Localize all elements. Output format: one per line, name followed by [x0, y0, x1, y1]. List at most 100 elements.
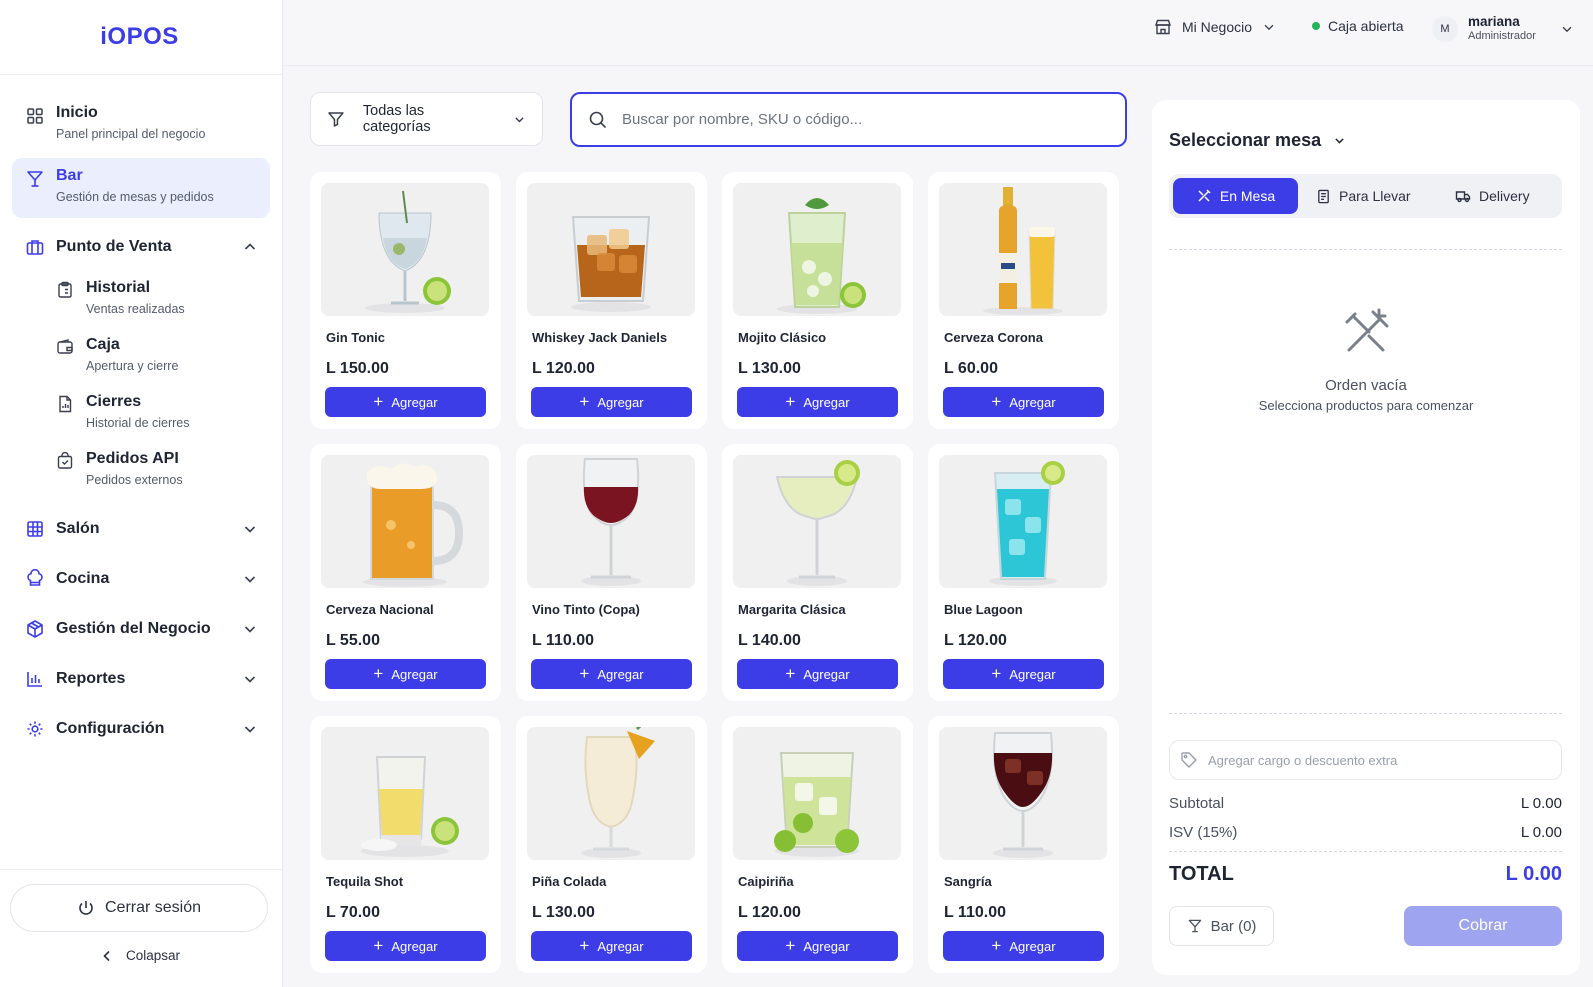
product-price: L 150.00	[326, 360, 389, 377]
bar-orders-label: Bar (0)	[1210, 917, 1257, 935]
sidebar-subitem-pedidos-api[interactable]: Pedidos API Pedidos externos	[56, 443, 282, 500]
sidebar-section-configuracion[interactable]: Configuración	[12, 704, 270, 754]
sidebar-subitem-historial[interactable]: Historial Ventas realizadas	[56, 272, 282, 329]
add-product-label: Agregar	[1009, 394, 1056, 410]
sidebar-section-cocina[interactable]: Cocina	[12, 554, 270, 604]
search-input[interactable]	[622, 111, 1109, 128]
business-name: Mi Negocio	[1182, 19, 1253, 35]
product-card[interactable]: Gin Tonic L 150.00 + Agregar	[310, 172, 501, 429]
table-grid-icon	[27, 521, 43, 537]
sidebar-item-label: Bar	[56, 167, 83, 184]
grid-icon	[27, 108, 43, 124]
truck-icon	[1455, 191, 1471, 203]
sidebar-subitem-label: Caja	[86, 336, 120, 353]
add-product-button[interactable]: + Agregar	[943, 659, 1104, 689]
empty-order-subtitle: Selecciona productos para comenzar	[1258, 398, 1474, 413]
package-icon	[27, 620, 43, 638]
chevron-down-icon	[1562, 26, 1572, 32]
plus-icon: +	[785, 936, 796, 955]
add-product-button[interactable]: + Agregar	[531, 931, 692, 961]
product-card[interactable]: Piña Colada L 130.00 + Agregar	[516, 716, 707, 973]
add-product-label: Agregar	[391, 666, 438, 682]
user-menu[interactable]: M mariana Administrador	[1432, 14, 1574, 43]
logout-button[interactable]: Cerrar sesión	[10, 884, 268, 932]
add-product-button[interactable]: + Agregar	[943, 387, 1104, 417]
product-name: Caipiriña	[738, 874, 794, 889]
clipboard-icon	[58, 281, 72, 298]
tab-label: Delivery	[1479, 188, 1530, 204]
store-icon	[1155, 19, 1171, 35]
tab-para-llevar[interactable]: Para Llevar	[1316, 178, 1426, 214]
collapse-sidebar-button[interactable]: Colapsar	[0, 948, 282, 963]
product-card[interactable]: Margarita Clásica L 140.00 + Agregar	[722, 444, 913, 701]
product-card[interactable]: Caipiriña L 120.00 + Agregar	[722, 716, 913, 973]
product-price: L 120.00	[738, 904, 801, 921]
product-card[interactable]: Vino Tinto (Copa) L 110.00 + Agregar	[516, 444, 707, 701]
chef-hat-icon	[27, 569, 43, 586]
divider	[1169, 249, 1562, 250]
plus-icon: +	[373, 664, 384, 683]
report-file-icon	[59, 395, 72, 413]
utensils-crossed-icon	[1345, 308, 1389, 352]
sidebar-subitem-caja[interactable]: Caja Apertura y cierre	[56, 329, 282, 386]
bar-orders-button[interactable]: Bar (0)	[1169, 906, 1274, 946]
add-product-label: Agregar	[597, 666, 644, 682]
product-card[interactable]: Tequila Shot L 70.00 + Agregar	[310, 716, 501, 973]
sidebar-section-label: Configuración	[56, 720, 165, 737]
sidebar-section-reportes[interactable]: Reportes	[12, 654, 270, 704]
tax-row: ISV (15%) L 0.00	[1169, 824, 1562, 841]
table-selector[interactable]: Seleccionar mesa	[1169, 130, 1346, 151]
add-product-button[interactable]: + Agregar	[737, 659, 898, 689]
top-bar: Mi Negocio Caja abierta M mariana Admini…	[283, 0, 1593, 66]
add-product-label: Agregar	[597, 938, 644, 954]
tab-en-mesa[interactable]: En Mesa	[1173, 178, 1298, 214]
product-search[interactable]	[570, 92, 1127, 147]
product-image	[939, 455, 1107, 588]
plus-icon: +	[373, 936, 384, 955]
add-product-button[interactable]: + Agregar	[943, 931, 1104, 961]
product-card[interactable]: Whiskey Jack Daniels L 120.00 + Agregar	[516, 172, 707, 429]
sidebar-section-salon[interactable]: Salón	[12, 504, 270, 554]
app-logo[interactable]: iOPOS	[100, 23, 179, 51]
product-card[interactable]: Cerveza Nacional L 55.00 + Agregar	[310, 444, 501, 701]
sidebar-subitem-cierres[interactable]: Cierres Historial de cierres	[56, 386, 282, 443]
sidebar-section-gestion-negocio[interactable]: Gestión del Negocio	[12, 604, 270, 654]
empty-order-state: Orden vacía Selecciona productos para co…	[1152, 306, 1580, 413]
product-image	[527, 455, 695, 588]
chevron-left-icon	[103, 950, 110, 961]
register-status: Caja abierta	[1312, 18, 1404, 34]
add-product-button[interactable]: + Agregar	[325, 659, 486, 689]
add-product-button[interactable]: + Agregar	[325, 931, 486, 961]
product-price: L 140.00	[738, 632, 801, 649]
product-card[interactable]: Cerveza Corona L 60.00 + Agregar	[928, 172, 1119, 429]
sidebar-item-inicio[interactable]: Inicio Panel principal del negocio	[12, 95, 270, 155]
chevron-down-icon	[244, 576, 256, 583]
product-image	[321, 455, 489, 588]
extra-charge-input[interactable]	[1208, 752, 1551, 768]
product-name: Whiskey Jack Daniels	[532, 330, 668, 345]
briefcase-icon	[26, 240, 44, 255]
add-product-button[interactable]: + Agregar	[737, 387, 898, 417]
category-filter[interactable]: Todas las categorías	[310, 92, 543, 146]
status-dot	[1312, 22, 1320, 30]
add-product-button[interactable]: + Agregar	[325, 387, 486, 417]
product-price: L 130.00	[738, 360, 801, 377]
product-card[interactable]: Blue Lagoon L 120.00 + Agregar	[928, 444, 1119, 701]
pay-button[interactable]: Cobrar	[1404, 906, 1562, 946]
product-card[interactable]: Mojito Clásico L 130.00 + Agregar	[722, 172, 913, 429]
product-card[interactable]: Sangría L 110.00 + Agregar	[928, 716, 1119, 973]
gear-icon	[27, 721, 43, 737]
add-product-button[interactable]: + Agregar	[531, 387, 692, 417]
business-selector[interactable]: Mi Negocio	[1154, 18, 1276, 36]
extra-charge-field[interactable]	[1169, 740, 1562, 780]
sidebar-section-punto-de-venta[interactable]: Punto de Venta	[12, 222, 270, 272]
tab-delivery[interactable]: Delivery	[1455, 178, 1555, 214]
product-name: Blue Lagoon	[944, 602, 1023, 617]
add-product-label: Agregar	[803, 666, 850, 682]
sidebar-item-bar[interactable]: Bar Gestión de mesas y pedidos	[12, 158, 270, 218]
product-image	[527, 183, 695, 316]
add-product-button[interactable]: + Agregar	[531, 659, 692, 689]
add-product-button[interactable]: + Agregar	[737, 931, 898, 961]
sidebar-section-label: Punto de Venta	[56, 238, 172, 255]
sidebar-subitem-label: Historial	[86, 279, 151, 296]
